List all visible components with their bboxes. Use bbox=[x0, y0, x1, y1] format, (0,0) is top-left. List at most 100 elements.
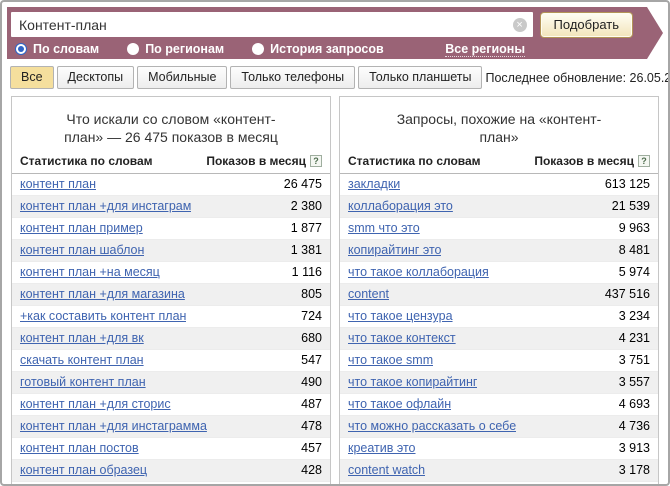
keyword-link[interactable]: копирайтинг это bbox=[348, 243, 441, 257]
keyword-link[interactable]: +как составить контент план bbox=[20, 309, 186, 323]
panel-title: Запросы, похожие на «контент-план» bbox=[340, 106, 658, 150]
keyword-link[interactable]: что можно рассказать о себе bbox=[348, 419, 516, 433]
keyword-link[interactable]: контент план образец bbox=[20, 463, 147, 477]
search-input[interactable] bbox=[19, 17, 513, 33]
table-row: контент план салона 410 bbox=[12, 482, 330, 486]
impressions-value: 437 516 bbox=[597, 287, 650, 301]
radio-icon[interactable] bbox=[127, 43, 139, 55]
similar-queries-table: закладки 613 125 коллаборация это 21 539… bbox=[340, 174, 658, 486]
keyword-link[interactable]: коллаборация это bbox=[348, 199, 453, 213]
help-icon[interactable]: ? bbox=[310, 155, 322, 167]
impressions-value: 26 475 bbox=[276, 177, 322, 191]
search-submit-button[interactable]: Подобрать bbox=[540, 12, 633, 38]
impressions-value: 3 913 bbox=[611, 441, 650, 455]
keyword-link[interactable]: smm что это bbox=[348, 221, 420, 235]
keyword-link[interactable]: контент план пример bbox=[20, 221, 143, 235]
panel-title: Что искали со словом «контент-план» — 26… bbox=[12, 106, 330, 150]
mode-option-label: По регионам bbox=[145, 42, 224, 56]
keyword-link[interactable]: креатив это bbox=[348, 441, 416, 455]
table-row: что такое контекст 4 231 bbox=[340, 328, 658, 350]
radio-icon[interactable] bbox=[252, 43, 264, 55]
impressions-value: 4 231 bbox=[611, 331, 650, 345]
column-header-keywords: Статистика по словам bbox=[348, 154, 481, 168]
tab-mobile[interactable]: Мобильные bbox=[137, 66, 227, 89]
impressions-value: 3 234 bbox=[611, 309, 650, 323]
tab-tablets-only[interactable]: Только планшеты bbox=[358, 66, 482, 89]
impressions-value: 1 877 bbox=[283, 221, 322, 235]
table-header: Статистика по словам Показов в месяц? bbox=[12, 150, 330, 174]
keyword-link[interactable]: скачать контент план bbox=[20, 353, 144, 367]
table-row: что такое копирайтинг 3 557 bbox=[340, 372, 658, 394]
table-row: закладки 613 125 bbox=[340, 174, 658, 196]
mode-option-by-regions[interactable]: По регионам bbox=[127, 42, 224, 56]
table-row: скачать контент план 547 bbox=[12, 350, 330, 372]
table-row: контент план +для вк 680 bbox=[12, 328, 330, 350]
keyword-link[interactable]: что такое smm bbox=[348, 353, 433, 367]
table-row: контент план постов 457 bbox=[12, 438, 330, 460]
tab-all[interactable]: Все bbox=[10, 66, 54, 89]
keyword-link[interactable]: контент план +на месяц bbox=[20, 265, 160, 279]
keyword-link[interactable]: контент план шаблон bbox=[20, 243, 144, 257]
impressions-value: 457 bbox=[293, 441, 322, 455]
table-row: контент план +для инстаграмма 478 bbox=[12, 416, 330, 438]
mode-option-label: По словам bbox=[33, 42, 99, 56]
mode-option-label: История запросов bbox=[270, 42, 384, 56]
right-panel-similar-queries: Запросы, похожие на «контент-план» Стати… bbox=[339, 96, 659, 486]
keyword-link[interactable]: контент план bbox=[20, 177, 96, 191]
impressions-value: 547 bbox=[293, 353, 322, 367]
keyword-link[interactable]: content watch bbox=[348, 463, 425, 477]
left-panel-keyword-stats: Что искали со словом «контент-план» — 26… bbox=[11, 96, 331, 486]
keyword-link[interactable]: контент план +для инстаграмма bbox=[20, 419, 207, 433]
result-panels: Что искали со словом «контент-план» — 26… bbox=[11, 96, 659, 486]
table-row: контент план 26 475 bbox=[12, 174, 330, 196]
radio-selected-icon[interactable] bbox=[15, 43, 27, 55]
keyword-link[interactable]: контент план +для магазина bbox=[20, 287, 185, 301]
impressions-value: 680 bbox=[293, 331, 322, 345]
table-row: креатив это 3 913 bbox=[340, 438, 658, 460]
keyword-link[interactable]: готовый контент план bbox=[20, 375, 146, 389]
column-header-impressions: Показов в месяц? bbox=[206, 154, 322, 168]
impressions-value: 8 481 bbox=[611, 243, 650, 257]
impressions-value: 1 116 bbox=[284, 265, 322, 279]
tab-phones-only[interactable]: Только телефоны bbox=[230, 66, 355, 89]
search-banner: × Подобрать По словам По регионам Истори… bbox=[7, 7, 663, 59]
table-row: контент план пример 1 877 bbox=[12, 218, 330, 240]
impressions-value: 4 693 bbox=[611, 397, 650, 411]
keyword-link[interactable]: что такое офлайн bbox=[348, 397, 451, 411]
table-row: что можно рассказать о себе 4 736 bbox=[340, 416, 658, 438]
keyword-link[interactable]: что такое коллаборация bbox=[348, 265, 489, 279]
table-row: контент план +для инстаграм 2 380 bbox=[12, 196, 330, 218]
mode-option-by-words[interactable]: По словам bbox=[15, 42, 99, 56]
table-row: smm что это 9 963 bbox=[340, 218, 658, 240]
impressions-value: 428 bbox=[293, 463, 322, 477]
table-row: content watch 3 178 bbox=[340, 460, 658, 482]
last-update-text: Последнее обновление: 26.05.2022 bbox=[485, 71, 670, 85]
keyword-link[interactable]: контент план +для инстаграм bbox=[20, 199, 191, 213]
keyword-link[interactable]: что такое копирайтинг bbox=[348, 375, 477, 389]
keyword-link[interactable]: content bbox=[348, 287, 389, 301]
all-regions-link[interactable]: Все регионы bbox=[445, 42, 525, 57]
table-row: что такое офлайн 4 693 bbox=[340, 394, 658, 416]
help-icon[interactable]: ? bbox=[638, 155, 650, 167]
impressions-value: 490 bbox=[293, 375, 322, 389]
keyword-link[interactable]: что такое цензура bbox=[348, 309, 453, 323]
keyword-link[interactable]: закладки bbox=[348, 177, 400, 191]
keyword-link[interactable]: контент план постов bbox=[20, 441, 139, 455]
keyword-link[interactable]: контент план +для сторис bbox=[20, 397, 171, 411]
table-row: контент план +на месяц 1 116 bbox=[12, 262, 330, 284]
keyword-link[interactable]: что такое контекст bbox=[348, 331, 456, 345]
impressions-value: 613 125 bbox=[597, 177, 650, 191]
clear-icon[interactable]: × bbox=[513, 18, 527, 32]
search-row: × Подобрать bbox=[11, 11, 633, 38]
table-header: Статистика по словам Показов в месяц? bbox=[340, 150, 658, 174]
keyword-link[interactable]: контент план +для вк bbox=[20, 331, 144, 345]
impressions-value: 487 bbox=[293, 397, 322, 411]
mode-option-query-history[interactable]: История запросов bbox=[252, 42, 384, 56]
impressions-value: 3 557 bbox=[611, 375, 650, 389]
table-row: контент план образец 428 bbox=[12, 460, 330, 482]
impressions-value: 1 381 bbox=[283, 243, 322, 257]
table-row: контент план +для магазина 805 bbox=[12, 284, 330, 306]
tab-desktops[interactable]: Десктопы bbox=[57, 66, 135, 89]
table-row: что такое smm 3 751 bbox=[340, 350, 658, 372]
table-row: контент план шаблон 1 381 bbox=[12, 240, 330, 262]
